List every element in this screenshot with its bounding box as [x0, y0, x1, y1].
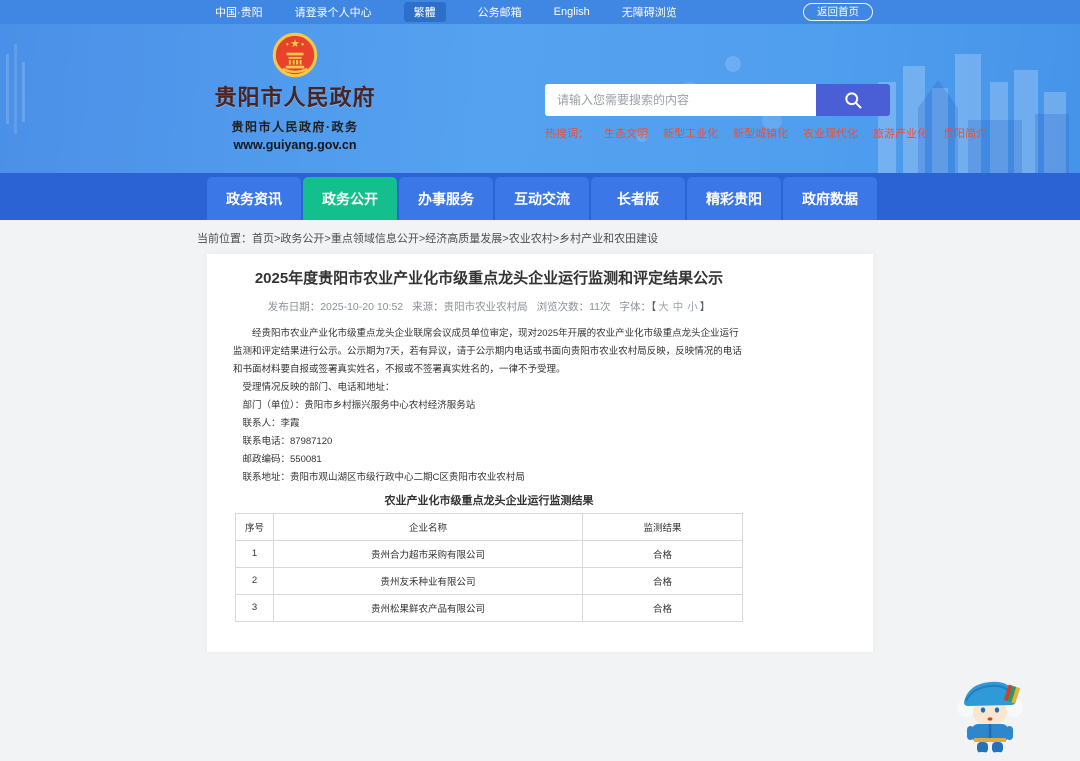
nav-tab-gov-data[interactable]: 政府数据 — [783, 177, 877, 220]
monitoring-result-table: 序号 企业名称 监测结果 1 贵州合力超市采购有限公司 合格 2 贵州友禾种业有… — [235, 512, 743, 622]
font-size-large-button[interactable]: 大 — [658, 301, 669, 313]
mascot-assistant[interactable] — [950, 672, 1030, 756]
topbar-item-login[interactable]: 请登录个人中心 — [295, 4, 372, 20]
breadcrumb: 当前位置：首页>政务公开>重点领域信息公开>经济高质量发展>农业农村>乡村产业和… — [0, 220, 1080, 254]
topbar-links: 中国·贵阳 请登录个人中心 繁體 公务邮箱 English 无障碍浏览 — [215, 2, 803, 22]
site-url: www.guiyang.gov.cn — [233, 138, 357, 152]
hot-search-item[interactable]: 新型工业化 — [663, 125, 718, 141]
article-paragraph: 经贵阳市农业产业化市级重点龙头企业联席会议成员单位审定，现对2025年开展的农业… — [233, 327, 742, 375]
hot-search-item[interactable]: 新型城镇化 — [733, 125, 788, 141]
article-card: 2025年度贵阳市农业产业化市级重点龙头企业运行监测和评定结果公示 发布日期：2… — [207, 254, 873, 652]
table-row: 1 贵州合力超市采购有限公司 合格 — [235, 539, 743, 568]
topbar-item-mail[interactable]: 公务邮箱 — [478, 4, 522, 20]
mascot-icon — [957, 681, 1023, 756]
site-name: 贵阳市人民政府 — [214, 85, 376, 110]
views-label: 浏览次数： — [536, 300, 590, 313]
views: 11次 — [589, 300, 611, 313]
article-paragraph: 联系电话：87987120 — [242, 435, 333, 447]
source-label: 来源： — [412, 300, 444, 313]
nav-tab-elderly[interactable]: 长者版 — [591, 177, 685, 220]
article-paragraph: 联系人：李霞 — [242, 417, 300, 429]
font-size-small-button[interactable]: 小 — [687, 301, 698, 313]
search-icon — [845, 92, 862, 109]
breadcrumb-label: 当前位置： — [197, 233, 252, 245]
article-paragraph: 邮政编码：550081 — [242, 453, 322, 465]
topbar-item-traditional[interactable]: 繁體 — [403, 2, 446, 22]
nav-tab-disclosure[interactable]: 政务公开 — [303, 177, 397, 220]
article-paragraph: 联系地址：贵阳市观山湖区市级行政中心二期C区贵阳市农业农村局 — [242, 471, 525, 483]
main-nav: 政务资讯 政务公开 办事服务 互动交流 长者版 精彩贵阳 政府数据 — [0, 173, 1080, 220]
hot-search-item[interactable]: 贵阳简介 — [943, 125, 987, 141]
hot-search-item[interactable]: 旅游产业化 — [873, 125, 928, 141]
site-logo[interactable]: 贵阳市人民政府 贵阳市人民政府·政务 www.guiyang.gov.cn — [210, 32, 380, 152]
article-paragraph: 受理情况反映的部门、电话和地址： — [242, 381, 395, 393]
search-area: 热搜词： 生态文明 新型工业化 新型城镇化 农业现代化 旅游产业化 贵阳简介 — [545, 84, 987, 141]
search-input[interactable] — [545, 84, 816, 116]
table-caption: 农业产业化市级重点龙头企业运行监测结果 — [384, 494, 594, 507]
table-header-row: 序号 企业名称 监测结果 — [235, 512, 743, 541]
topbar-item-accessibility[interactable]: 无障碍浏览 — [622, 4, 677, 20]
site-subtitle: 贵阳市人民政府·政务 — [231, 120, 359, 134]
nav-tab-news[interactable]: 政务资讯 — [207, 177, 301, 220]
page-content: 当前位置：首页>政务公开>重点领域信息公开>经济高质量发展>农业农村>乡村产业和… — [0, 220, 1080, 756]
topbar-item-english[interactable]: English — [554, 6, 590, 18]
breadcrumb-path[interactable]: 首页>政务公开>重点领域信息公开>经济高质量发展>农业农村>乡村产业和农田建设 — [252, 233, 658, 245]
publish-date-label: 发布日期： — [267, 300, 321, 313]
topbar-item-region[interactable]: 中国·贵阳 — [215, 4, 263, 20]
national-emblem-icon — [272, 32, 318, 78]
source: 贵阳市农业农村局 — [443, 300, 528, 313]
font-size-label: 字体： — [619, 300, 652, 313]
col-header-result: 监测结果 — [582, 512, 743, 541]
search-button[interactable] — [816, 84, 890, 116]
nav-tab-services[interactable]: 办事服务 — [399, 177, 493, 220]
banner-cityscape-decoration — [6, 44, 1069, 173]
return-home-button[interactable]: 返回首页 — [803, 2, 873, 22]
article-title: 2025年度贵阳市农业产业化市级重点龙头企业运行监测和评定结果公示 — [254, 270, 724, 287]
font-size-medium-button[interactable]: 中 — [673, 301, 684, 313]
nav-tab-interaction[interactable]: 互动交流 — [495, 177, 589, 220]
article-meta: 发布日期：2025-10-20 10:52 来源：贵阳市农业农村局 浏览次数：11次… — [267, 300, 711, 313]
table-row: 3 贵州松果鲜农产品有限公司 合格 — [235, 593, 743, 622]
hot-search-item[interactable]: 生态文明 — [604, 125, 648, 141]
table-row: 2 贵州友禾种业有限公司 合格 — [235, 566, 743, 595]
publish-date: 2025-10-20 10:52 — [320, 300, 404, 313]
col-header-index: 序号 — [235, 512, 274, 541]
hot-search: 热搜词： 生态文明 新型工业化 新型城镇化 农业现代化 旅游产业化 贵阳简介 — [545, 125, 987, 141]
col-header-company: 企业名称 — [273, 512, 583, 541]
header-banner: 贵阳市人民政府 贵阳市人民政府·政务 www.guiyang.gov.cn 热搜… — [0, 24, 1080, 173]
nav-tab-highlights[interactable]: 精彩贵阳 — [687, 177, 781, 220]
hot-search-label: 热搜词： — [545, 128, 589, 140]
hot-search-item[interactable]: 农业现代化 — [803, 125, 858, 141]
topbar: 中国·贵阳 请登录个人中心 繁體 公务邮箱 English 无障碍浏览 返回首页 — [0, 0, 1080, 24]
article-paragraph: 部门（单位）：贵阳市乡村振兴服务中心农村经济服务站 — [242, 399, 476, 411]
